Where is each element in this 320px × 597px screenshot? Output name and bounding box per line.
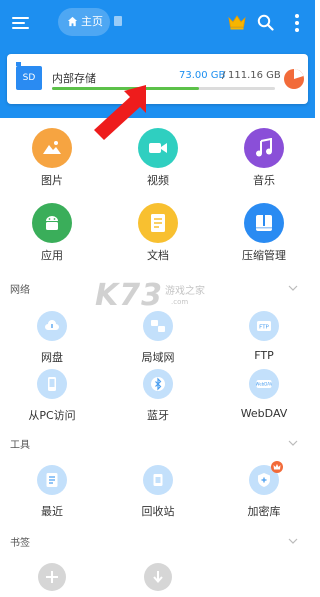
tab-home-label: 主页: [81, 15, 103, 28]
category-label: 图片: [41, 174, 63, 187]
recent-icon: [37, 465, 67, 495]
section-title-bookmarks: 书签: [10, 538, 30, 549]
network-item-pc-access[interactable]: 从PC访问: [12, 369, 92, 427]
tab-home[interactable]: 主页: [58, 8, 110, 36]
network-item-lan[interactable]: 局域网: [118, 311, 198, 369]
network-item-bluetooth[interactable]: 蓝牙: [118, 369, 198, 427]
top-app-bar: 主页 SD 内部存储 73.00 GB / 111.16 GB: [0, 0, 315, 118]
section-title-network: 网络: [10, 285, 30, 296]
download-icon: [153, 571, 163, 584]
svg-text:FTP: FTP: [259, 325, 269, 331]
cloud-icon: [37, 311, 67, 341]
lan-icon: [143, 311, 173, 341]
home-icon: [67, 16, 78, 27]
crown-icon[interactable]: [228, 14, 246, 30]
tool-item-label: 回收站: [141, 505, 175, 518]
network-item-label: FTP: [254, 349, 274, 362]
category-label: 视频: [147, 174, 169, 187]
menu-icon[interactable]: [10, 12, 32, 34]
storage-analysis-pie-icon[interactable]: [283, 68, 305, 90]
music-icon: [244, 128, 284, 168]
svg-text:WebDAV: WebDAV: [256, 382, 272, 387]
watermark-sub: 游戏之家: [165, 286, 205, 297]
storage-usage-bar: [52, 87, 275, 90]
tool-item-label: 加密库: [247, 505, 281, 518]
network-item-label: 从PC访问: [28, 409, 76, 422]
chevron-down-icon[interactable]: [288, 538, 298, 544]
bookmark-add-button[interactable]: [38, 563, 66, 591]
network-item-label: 蓝牙: [147, 409, 169, 422]
watermark-logo: K73: [95, 278, 163, 313]
storage-total: 111.16 GB: [228, 70, 281, 81]
category-images[interactable]: 图片: [12, 128, 92, 192]
category-documents[interactable]: 文档: [118, 203, 198, 267]
document-icon[interactable]: [114, 16, 122, 26]
network-item-label: WebDAV: [240, 407, 288, 420]
network-item-ftp[interactable]: FTP FTP: [224, 311, 304, 369]
crown-badge-icon: [271, 461, 283, 473]
chevron-down-icon[interactable]: [288, 285, 298, 291]
archive-icon: [244, 203, 284, 243]
category-label: 音乐: [253, 174, 275, 187]
image-icon: [32, 128, 72, 168]
pc-access-icon: [37, 369, 67, 399]
bluetooth-icon: [143, 369, 173, 399]
sd-card-icon: SD: [16, 62, 42, 90]
tool-item-recycle-bin[interactable]: 回收站: [118, 465, 198, 523]
search-icon[interactable]: [257, 14, 274, 31]
tool-item-recent[interactable]: 最近: [12, 465, 92, 523]
network-item-webdav[interactable]: WebDAV WebDAV: [224, 369, 304, 427]
category-label: 应用: [41, 249, 63, 262]
section-title-tools: 工具: [10, 440, 30, 451]
storage-separator: /: [222, 70, 226, 81]
storage-used: 73.00 GB: [179, 70, 226, 81]
android-icon: [32, 203, 72, 243]
chevron-down-icon[interactable]: [288, 440, 298, 446]
add-icon: [46, 571, 58, 583]
recycle-bin-icon: [143, 465, 173, 495]
document-icon: [138, 203, 178, 243]
network-item-cloud[interactable]: 网盘: [12, 311, 92, 369]
category-label: 压缩管理: [242, 249, 286, 262]
network-item-label: 局域网: [141, 351, 175, 364]
tool-item-vault[interactable]: 加密库: [224, 461, 304, 523]
bookmark-download-button[interactable]: [144, 563, 172, 591]
video-icon: [138, 128, 178, 168]
watermark-url: .com: [171, 298, 189, 306]
category-label: 文档: [147, 249, 169, 262]
tool-item-label: 最近: [41, 505, 63, 518]
webdav-icon: WebDAV: [249, 369, 279, 399]
category-apps[interactable]: 应用: [12, 203, 92, 267]
category-archives[interactable]: 压缩管理: [224, 203, 304, 267]
more-vertical-icon[interactable]: [293, 14, 301, 32]
category-videos[interactable]: 视频: [118, 128, 198, 192]
category-music[interactable]: 音乐: [224, 128, 304, 192]
ftp-icon: FTP: [249, 311, 279, 341]
network-item-label: 网盘: [41, 351, 63, 364]
internal-storage-card[interactable]: SD 内部存储 73.00 GB / 111.16 GB: [7, 54, 308, 104]
